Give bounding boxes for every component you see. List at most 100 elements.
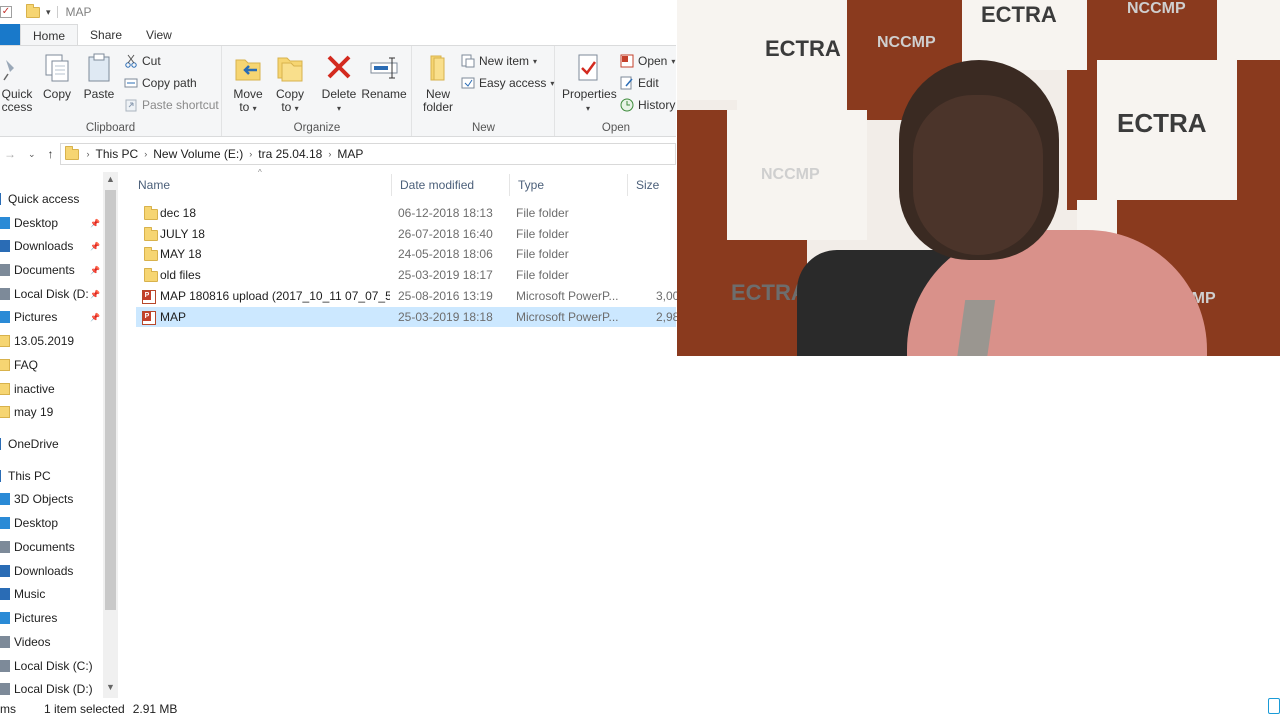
breadcrumb[interactable]: › This PC › New Volume (E:) › tra 25.04.… xyxy=(59,143,676,165)
status-items-count: ms xyxy=(0,702,16,716)
doc-icon xyxy=(0,541,10,553)
cloud-icon xyxy=(0,438,4,450)
breadcrumb-separator-icon[interactable]: › xyxy=(144,149,147,159)
nav-item-this-pc[interactable]: This PC xyxy=(0,466,100,486)
window-title: MAP xyxy=(65,5,92,19)
up-arrow-icon[interactable]: ↑ xyxy=(48,147,54,161)
scroll-down-arrow-icon[interactable]: ▼ xyxy=(103,682,118,696)
file-row[interactable]: dec 18 06-12-2018 18:13 File folder xyxy=(136,203,676,223)
rename-button[interactable]: Rename xyxy=(361,52,407,101)
scroll-thumb[interactable] xyxy=(105,190,116,610)
file-row[interactable]: MAP 25-03-2019 18:18 Microsoft PowerP... 2,… xyxy=(136,307,679,327)
cut-button[interactable]: Cut xyxy=(124,54,161,68)
copy-button[interactable]: Copy xyxy=(40,52,74,101)
clipboard-group-label: Clipboard xyxy=(85,122,136,134)
nav-item-faq[interactable]: FAQ xyxy=(0,355,100,375)
forward-arrow-icon[interactable]: → xyxy=(4,147,16,161)
copy-to-button[interactable]: Copy to ▾ xyxy=(271,52,309,115)
copy-to-label-1: Copy xyxy=(275,87,304,101)
pc-icon xyxy=(0,470,4,482)
edit-label: Edit xyxy=(638,76,659,90)
move-to-button[interactable]: Move to ▾ xyxy=(229,52,267,115)
breadcrumb-tra-folder[interactable]: tra 25.04.18 xyxy=(258,147,322,161)
corner-logo-icon xyxy=(1268,698,1280,714)
presenter-face xyxy=(913,95,1043,255)
file-row[interactable]: MAP 180816 upload (2017_10_11 07_07_5...… xyxy=(136,286,679,306)
new-folder-button[interactable]: New folder xyxy=(419,52,457,114)
screen: ✓ ▾ MAP Home Share View Quick ccess Copy… xyxy=(0,0,1280,720)
nav-item-desktop[interactable]: Desktop 📌 xyxy=(0,213,100,233)
nccmp-logo: NCCMP xyxy=(1127,0,1186,17)
properties-button[interactable]: Properties ▾ xyxy=(562,52,617,115)
file-type: File folder xyxy=(516,247,569,261)
nav-item-desktop[interactable]: Desktop xyxy=(0,513,100,533)
nav-item-videos[interactable]: Videos xyxy=(0,632,100,652)
file-type: File folder xyxy=(516,268,569,282)
nav-item-inactive[interactable]: inactive xyxy=(0,379,100,399)
pin-quick-access-button[interactable]: Quick ccess xyxy=(0,52,36,114)
column-date-modified[interactable]: Date modified xyxy=(392,174,510,196)
nav-item-local-disk-d[interactable]: Local Disk (D:) xyxy=(0,679,100,699)
history-button[interactable]: History xyxy=(620,98,675,112)
breadcrumb-separator-icon[interactable]: › xyxy=(249,149,252,159)
tab-home[interactable]: Home xyxy=(20,24,79,46)
scroll-up-arrow-icon[interactable]: ▲ xyxy=(103,174,118,188)
nav-item-local-disk-d[interactable]: Local Disk (D: 📌 xyxy=(0,284,100,304)
new-folder-quick-icon[interactable] xyxy=(26,3,40,18)
location-folder-icon xyxy=(64,145,79,160)
navigation-pane[interactable]: Quick access Desktop 📌 Downloads 📌 Documents 📌… xyxy=(0,170,118,698)
nav-item-may-19[interactable]: may 19 xyxy=(0,402,100,422)
open-button[interactable]: Open ▾ xyxy=(620,54,675,68)
edit-button[interactable]: Edit xyxy=(620,76,659,90)
folder-icon xyxy=(144,247,158,261)
file-row[interactable]: old files 25-03-2019 18:17 File folder xyxy=(136,265,676,285)
navigation-scrollbar[interactable]: ▲ ▼ xyxy=(103,172,118,698)
nav-item-quick-access[interactable]: Quick access xyxy=(0,189,100,209)
nav-item-local-disk-c[interactable]: Local Disk (C:) xyxy=(0,656,100,676)
nav-item-documents[interactable]: Documents 📌 xyxy=(0,260,100,280)
nav-item-13-05-2019[interactable]: 13.05.2019 xyxy=(0,331,100,351)
tab-view[interactable]: View xyxy=(134,24,184,46)
paste-button[interactable]: Paste xyxy=(82,52,116,101)
easy-access-button[interactable]: Easy access ▾ xyxy=(461,76,554,90)
doc-icon xyxy=(0,264,10,276)
delete-button[interactable]: Delete ▾ xyxy=(319,52,359,115)
move-to-chevron-down-icon: ▾ xyxy=(252,104,257,113)
customize-toolbar-chevron-icon[interactable]: ▾ xyxy=(46,7,51,18)
paste-label: Paste xyxy=(83,87,115,101)
recent-locations-chevron-down-icon[interactable]: ⌄ xyxy=(28,149,36,160)
properties-quick-icon[interactable]: ✓ xyxy=(0,6,12,18)
file-row[interactable]: MAY 18 24-05-2018 18:06 File folder xyxy=(136,244,676,264)
column-type[interactable]: Type xyxy=(510,174,628,196)
nav-item-3d-objects[interactable]: 3D Objects xyxy=(0,489,100,509)
breadcrumb-this-pc[interactable]: This PC xyxy=(96,147,139,161)
folder-icon xyxy=(0,406,10,418)
breadcrumb-separator-icon[interactable]: › xyxy=(87,149,90,159)
nav-item-pictures[interactable]: Pictures xyxy=(0,608,100,628)
nav-item-downloads[interactable]: Downloads 📌 xyxy=(0,236,100,256)
new-group: New folder New item ▾ Easy access ▾ New xyxy=(413,46,555,136)
file-row[interactable]: JULY 18 26-07-2018 16:40 File folder xyxy=(136,224,676,244)
tab-file[interactable] xyxy=(0,24,20,46)
file-name: JULY 18 xyxy=(160,227,205,241)
tab-share[interactable]: Share xyxy=(78,24,134,46)
column-name[interactable]: Name xyxy=(130,174,392,196)
nccmp-logo: NCCMP xyxy=(761,166,820,183)
organize-group-label: Organize xyxy=(293,122,341,134)
nav-item-documents[interactable]: Documents xyxy=(0,537,100,557)
nav-item-onedrive[interactable]: OneDrive xyxy=(0,434,100,454)
nav-item-music[interactable]: Music xyxy=(0,584,100,604)
nav-item-label: OneDrive xyxy=(8,437,59,451)
nav-item-pictures[interactable]: Pictures 📌 xyxy=(0,307,100,327)
paste-shortcut-button[interactable]: Paste shortcut xyxy=(124,98,219,112)
breadcrumb-new-volume[interactable]: New Volume (E:) xyxy=(153,147,243,161)
open-group-label: Open xyxy=(601,122,631,134)
file-date-modified: 25-08-2016 13:19 xyxy=(398,289,493,303)
folder-icon xyxy=(144,227,158,241)
nav-item-downloads[interactable]: Downloads xyxy=(0,561,100,581)
breadcrumb-map[interactable]: MAP xyxy=(337,147,363,161)
nav-item-label: Pictures xyxy=(14,611,58,625)
breadcrumb-separator-icon[interactable]: › xyxy=(328,149,331,159)
new-item-button[interactable]: New item ▾ xyxy=(461,54,537,68)
copy-path-button[interactable]: Copy path xyxy=(124,76,197,90)
